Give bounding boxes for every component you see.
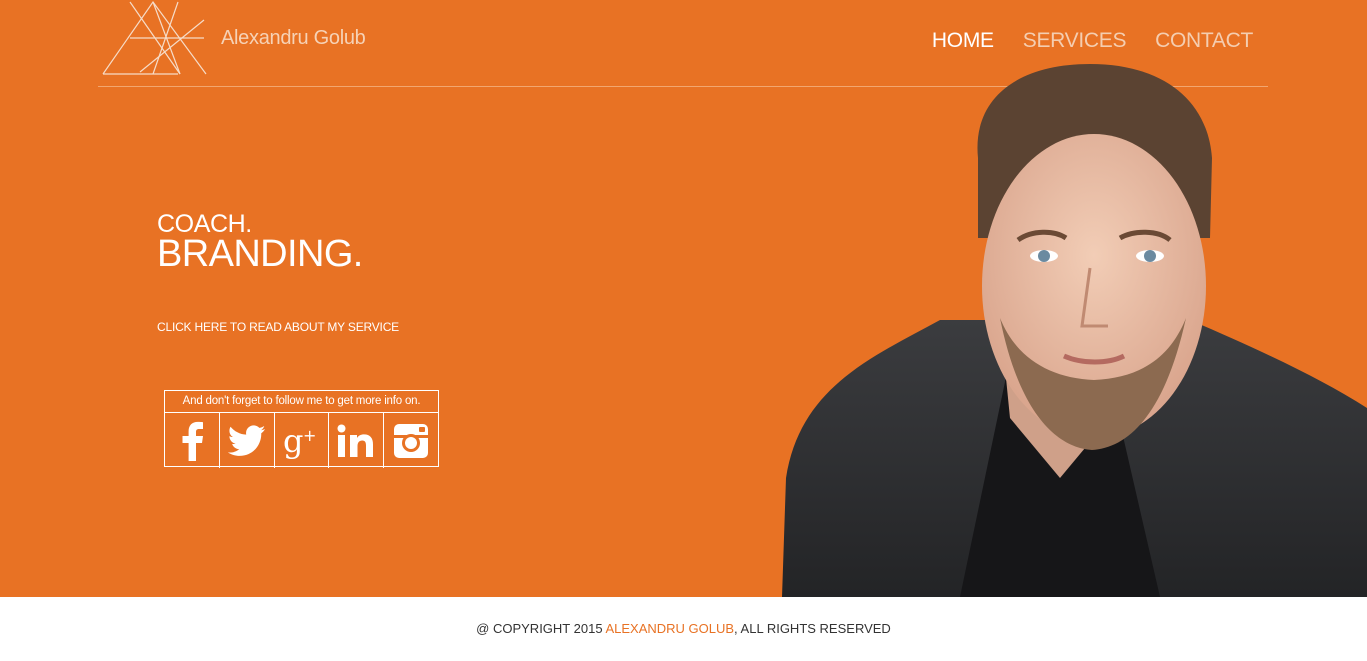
linkedin-icon[interactable]: [329, 413, 385, 468]
nav-contact[interactable]: CONTACT: [1155, 29, 1253, 53]
ag-monogram-logo-icon[interactable]: [100, 0, 208, 78]
social-follow-box: And don't forget to follow me to get mor…: [164, 390, 439, 468]
copyright-suffix: , ALL RIGHTS RESERVED: [734, 621, 891, 636]
instagram-icon[interactable]: [384, 413, 438, 468]
follow-text: And don't forget to follow me to get mor…: [165, 391, 438, 413]
tagline-branding: BRANDING.: [157, 233, 363, 275]
nav-home[interactable]: HOME: [932, 29, 994, 53]
copyright-name-link[interactable]: ALEXANDRU GOLUB: [605, 621, 734, 636]
main-nav: HOME SERVICES CONTACT: [932, 29, 1253, 53]
nav-services[interactable]: SERVICES: [1023, 29, 1127, 53]
svg-text:+: +: [303, 426, 316, 445]
google-plus-icon[interactable]: g +: [275, 413, 330, 468]
read-services-link[interactable]: CLICK HERE TO READ ABOUT MY SERVICE: [157, 320, 399, 334]
footer: @ COPYRIGHT 2015 ALEXANDRU GOLUB, ALL RI…: [0, 597, 1367, 661]
facebook-icon[interactable]: [165, 413, 220, 468]
copyright-prefix: @ COPYRIGHT 2015: [476, 621, 606, 636]
twitter-icon[interactable]: [220, 413, 275, 468]
hero-section: Alexandru Golub HOME SERVICES CONTACT CO…: [0, 0, 1367, 597]
svg-text:g: g: [283, 422, 303, 460]
social-links: g +: [165, 413, 438, 468]
portrait-photo: [782, 64, 1367, 597]
brand-name[interactable]: Alexandru Golub: [221, 27, 366, 50]
